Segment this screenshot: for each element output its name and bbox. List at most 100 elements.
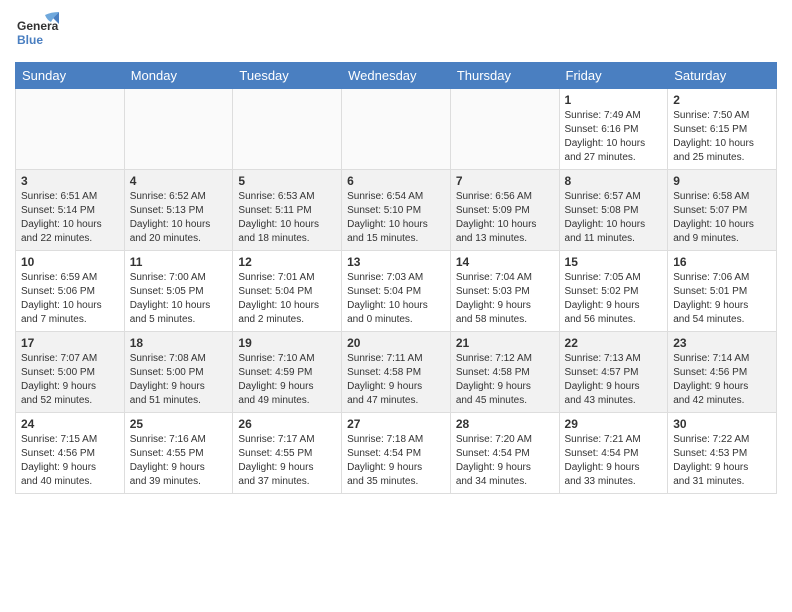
calendar-cell: 2 Sunrise: 7:50 AM Sunset: 6:15 PM Daylig… <box>668 89 777 170</box>
calendar-header-saturday: Saturday <box>668 63 777 89</box>
day-number: 24 <box>21 417 119 431</box>
day-number: 14 <box>456 255 554 269</box>
day-info: Sunrise: 7:22 AM Sunset: 4:53 PM Dayligh… <box>673 433 771 489</box>
day-info: Sunrise: 7:14 AM Sunset: 4:56 PM Dayligh… <box>673 352 771 408</box>
day-info: Sunrise: 6:59 AM Sunset: 5:06 PM Dayligh… <box>21 271 119 327</box>
day-info: Sunrise: 6:54 AM Sunset: 5:10 PM Dayligh… <box>347 190 445 246</box>
calendar-cell: 23 Sunrise: 7:14 AM Sunset: 4:56 PM Dayli… <box>668 332 777 413</box>
calendar-cell: 16Sunrise: 7:06 AM Sunset: 5:01 PM Dayli… <box>668 251 777 332</box>
day-number: 4 <box>130 174 228 188</box>
calendar-cell: 27 Sunrise: 7:18 AM Sunset: 4:54 PM Dayli… <box>342 413 451 494</box>
calendar-header-row: SundayMondayTuesdayWednesdayThursdayFrid… <box>16 63 777 89</box>
svg-text:General: General <box>17 19 59 33</box>
calendar-cell: 8 Sunrise: 6:57 AM Sunset: 5:08 PM Daylig… <box>559 170 668 251</box>
day-number: 15 <box>565 255 663 269</box>
day-info: Sunrise: 6:51 AM Sunset: 5:14 PM Dayligh… <box>21 190 119 246</box>
day-number: 9 <box>673 174 771 188</box>
calendar-cell: 4 Sunrise: 6:52 AM Sunset: 5:13 PM Daylig… <box>124 170 233 251</box>
calendar-header-thursday: Thursday <box>450 63 559 89</box>
day-number: 16 <box>673 255 771 269</box>
day-info: Sunrise: 6:58 AM Sunset: 5:07 PM Dayligh… <box>673 190 771 246</box>
day-number: 1 <box>565 93 663 107</box>
day-info: Sunrise: 7:21 AM Sunset: 4:54 PM Dayligh… <box>565 433 663 489</box>
calendar-cell: 13 Sunrise: 7:03 AM Sunset: 5:04 PM Dayli… <box>342 251 451 332</box>
calendar-cell: 3 Sunrise: 6:51 AM Sunset: 5:14 PM Daylig… <box>16 170 125 251</box>
calendar-cell: 6 Sunrise: 6:54 AM Sunset: 5:10 PM Daylig… <box>342 170 451 251</box>
calendar-cell: 12 Sunrise: 7:01 AM Sunset: 5:04 PM Dayli… <box>233 251 342 332</box>
calendar-cell: 7 Sunrise: 6:56 AM Sunset: 5:09 PM Daylig… <box>450 170 559 251</box>
day-number: 8 <box>565 174 663 188</box>
logo: General Blue <box>15 10 59 54</box>
svg-text:Blue: Blue <box>17 33 43 47</box>
calendar-cell: 24Sunrise: 7:15 AM Sunset: 4:56 PM Dayli… <box>16 413 125 494</box>
logo-icon: General Blue <box>15 10 59 54</box>
day-info: Sunrise: 7:08 AM Sunset: 5:00 PM Dayligh… <box>130 352 228 408</box>
page: General Blue SundayMondayTuesdayWednesda… <box>0 0 792 612</box>
calendar-header-sunday: Sunday <box>16 63 125 89</box>
day-number: 20 <box>347 336 445 350</box>
day-number: 13 <box>347 255 445 269</box>
day-info: Sunrise: 7:04 AM Sunset: 5:03 PM Dayligh… <box>456 271 554 327</box>
day-info: Sunrise: 7:07 AM Sunset: 5:00 PM Dayligh… <box>21 352 119 408</box>
calendar-cell: 30Sunrise: 7:22 AM Sunset: 4:53 PM Dayli… <box>668 413 777 494</box>
calendar-cell <box>124 89 233 170</box>
day-number: 6 <box>347 174 445 188</box>
calendar-header-friday: Friday <box>559 63 668 89</box>
calendar-cell <box>450 89 559 170</box>
day-number: 29 <box>565 417 663 431</box>
calendar-week-2: 3 Sunrise: 6:51 AM Sunset: 5:14 PM Daylig… <box>16 170 777 251</box>
day-info: Sunrise: 6:52 AM Sunset: 5:13 PM Dayligh… <box>130 190 228 246</box>
day-number: 27 <box>347 417 445 431</box>
day-number: 25 <box>130 417 228 431</box>
calendar-cell: 18 Sunrise: 7:08 AM Sunset: 5:00 PM Dayli… <box>124 332 233 413</box>
day-number: 18 <box>130 336 228 350</box>
day-info: Sunrise: 7:49 AM Sunset: 6:16 PM Dayligh… <box>565 109 663 165</box>
day-number: 10 <box>21 255 119 269</box>
day-info: Sunrise: 6:56 AM Sunset: 5:09 PM Dayligh… <box>456 190 554 246</box>
day-info: Sunrise: 7:16 AM Sunset: 4:55 PM Dayligh… <box>130 433 228 489</box>
day-number: 7 <box>456 174 554 188</box>
day-number: 3 <box>21 174 119 188</box>
calendar-cell: 26 Sunrise: 7:17 AM Sunset: 4:55 PM Dayli… <box>233 413 342 494</box>
day-number: 2 <box>673 93 771 107</box>
calendar-week-5: 24Sunrise: 7:15 AM Sunset: 4:56 PM Dayli… <box>16 413 777 494</box>
day-info: Sunrise: 7:01 AM Sunset: 5:04 PM Dayligh… <box>238 271 336 327</box>
day-info: Sunrise: 7:18 AM Sunset: 4:54 PM Dayligh… <box>347 433 445 489</box>
day-number: 19 <box>238 336 336 350</box>
calendar-cell: 17 Sunrise: 7:07 AM Sunset: 5:00 PM Dayli… <box>16 332 125 413</box>
day-number: 26 <box>238 417 336 431</box>
calendar-cell: 11 Sunrise: 7:00 AM Sunset: 5:05 PM Dayli… <box>124 251 233 332</box>
day-number: 5 <box>238 174 336 188</box>
day-number: 12 <box>238 255 336 269</box>
day-info: Sunrise: 7:17 AM Sunset: 4:55 PM Dayligh… <box>238 433 336 489</box>
header: General Blue <box>15 10 777 54</box>
calendar-week-4: 17 Sunrise: 7:07 AM Sunset: 5:00 PM Dayli… <box>16 332 777 413</box>
calendar-cell: 9 Sunrise: 6:58 AM Sunset: 5:07 PM Daylig… <box>668 170 777 251</box>
calendar-cell: 10 Sunrise: 6:59 AM Sunset: 5:06 PM Dayli… <box>16 251 125 332</box>
day-info: Sunrise: 7:12 AM Sunset: 4:58 PM Dayligh… <box>456 352 554 408</box>
day-info: Sunrise: 6:53 AM Sunset: 5:11 PM Dayligh… <box>238 190 336 246</box>
calendar-cell: 25 Sunrise: 7:16 AM Sunset: 4:55 PM Dayli… <box>124 413 233 494</box>
day-number: 11 <box>130 255 228 269</box>
calendar-cell: 5 Sunrise: 6:53 AM Sunset: 5:11 PM Daylig… <box>233 170 342 251</box>
day-info: Sunrise: 7:20 AM Sunset: 4:54 PM Dayligh… <box>456 433 554 489</box>
day-info: Sunrise: 7:03 AM Sunset: 5:04 PM Dayligh… <box>347 271 445 327</box>
calendar-cell <box>342 89 451 170</box>
day-info: Sunrise: 7:50 AM Sunset: 6:15 PM Dayligh… <box>673 109 771 165</box>
calendar-cell: 20Sunrise: 7:11 AM Sunset: 4:58 PM Dayli… <box>342 332 451 413</box>
calendar-cell: 15Sunrise: 7:05 AM Sunset: 5:02 PM Dayli… <box>559 251 668 332</box>
calendar-cell: 28 Sunrise: 7:20 AM Sunset: 4:54 PM Dayli… <box>450 413 559 494</box>
day-info: Sunrise: 6:57 AM Sunset: 5:08 PM Dayligh… <box>565 190 663 246</box>
day-number: 22 <box>565 336 663 350</box>
day-number: 28 <box>456 417 554 431</box>
calendar-header-monday: Monday <box>124 63 233 89</box>
day-number: 23 <box>673 336 771 350</box>
calendar-cell: 1 Sunrise: 7:49 AM Sunset: 6:16 PM Daylig… <box>559 89 668 170</box>
calendar-cell <box>16 89 125 170</box>
calendar-cell: 22Sunrise: 7:13 AM Sunset: 4:57 PM Dayli… <box>559 332 668 413</box>
day-number: 21 <box>456 336 554 350</box>
day-number: 17 <box>21 336 119 350</box>
calendar-cell: 29 Sunrise: 7:21 AM Sunset: 4:54 PM Dayli… <box>559 413 668 494</box>
day-info: Sunrise: 7:00 AM Sunset: 5:05 PM Dayligh… <box>130 271 228 327</box>
calendar-cell: 14 Sunrise: 7:04 AM Sunset: 5:03 PM Dayli… <box>450 251 559 332</box>
